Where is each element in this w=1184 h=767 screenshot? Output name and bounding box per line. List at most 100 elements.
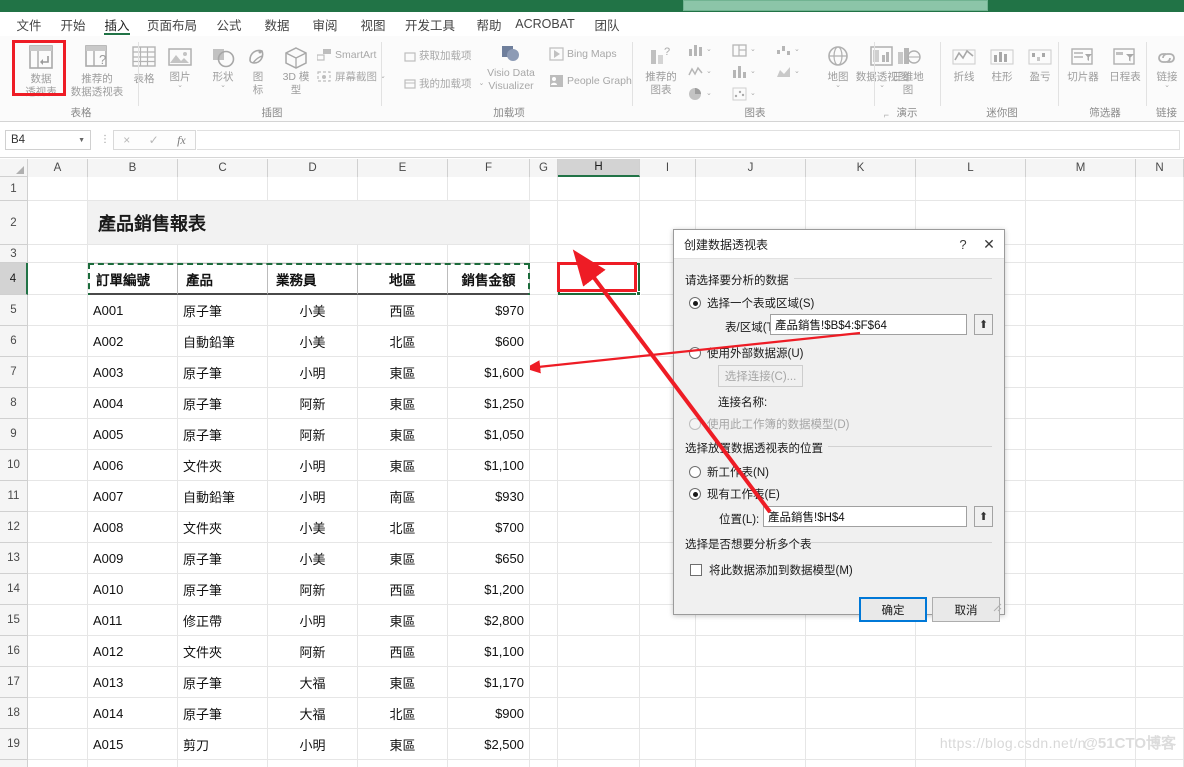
radio-data-model[interactable]: 使用此工作簿的数据模型(D)	[689, 416, 849, 432]
cell-F18[interactable]: $900	[448, 698, 530, 729]
cell-H7[interactable]	[558, 357, 640, 388]
checkbox-add-to-data-model[interactable]: 将此数据添加到数据模型(M)	[690, 562, 853, 578]
ok-button[interactable]: 确定	[859, 597, 927, 622]
cell-I1[interactable]	[640, 177, 696, 201]
ribbon-tab-4[interactable]: 公式	[208, 12, 250, 36]
column-header-B[interactable]: B	[88, 159, 178, 177]
cell-N14[interactable]	[1136, 574, 1184, 605]
cell-C20[interactable]: 原子筆	[178, 760, 268, 767]
cell-F3[interactable]	[448, 245, 530, 263]
cell-L17[interactable]	[916, 667, 1026, 698]
cell-F9[interactable]: $1,050	[448, 419, 530, 450]
cell-D15[interactable]: 小明	[268, 605, 358, 636]
cell-A20[interactable]	[28, 760, 88, 767]
cell-M6[interactable]	[1026, 326, 1136, 357]
cell-M3[interactable]	[1026, 245, 1136, 263]
row-header-17[interactable]: 17	[0, 667, 28, 698]
ribbon-tab-0[interactable]: 文件	[8, 12, 50, 36]
screenshot-button[interactable]: 屏幕截图 ⌄	[317, 69, 386, 84]
cell-N13[interactable]	[1136, 543, 1184, 574]
cell-E7[interactable]: 東區	[358, 357, 448, 388]
cell-J18[interactable]	[696, 698, 806, 729]
cell-C19[interactable]: 剪刀	[178, 729, 268, 760]
cell-N10[interactable]	[1136, 450, 1184, 481]
cell-M4[interactable]	[1026, 263, 1136, 295]
table-header-0[interactable]: 訂單編號	[88, 263, 178, 295]
people-graph-button[interactable]: People Graph	[549, 74, 632, 88]
cell-M7[interactable]	[1026, 357, 1136, 388]
cell-N5[interactable]	[1136, 295, 1184, 326]
cell-C1[interactable]	[178, 177, 268, 201]
cell-N18[interactable]	[1136, 698, 1184, 729]
cell-F8[interactable]: $1,250	[448, 388, 530, 419]
column-header-M[interactable]: M	[1026, 159, 1136, 177]
column-header-K[interactable]: K	[806, 159, 916, 177]
cell-M12[interactable]	[1026, 512, 1136, 543]
row-header-15[interactable]: 15	[0, 605, 28, 636]
ribbon-tab-3[interactable]: 页面布局	[140, 12, 204, 36]
cell-B1[interactable]	[88, 177, 178, 201]
cell-N7[interactable]	[1136, 357, 1184, 388]
cell-D18[interactable]: 大福	[268, 698, 358, 729]
cell-F13[interactable]: $650	[448, 543, 530, 574]
cell-E5[interactable]: 西區	[358, 295, 448, 326]
cell-H19[interactable]	[558, 729, 640, 760]
cell-A12[interactable]	[28, 512, 88, 543]
sparkline-line-button[interactable]: 折线	[947, 46, 981, 83]
cell-N3[interactable]	[1136, 245, 1184, 263]
cell-D6[interactable]: 小美	[268, 326, 358, 357]
select-all-corner[interactable]	[0, 159, 28, 177]
hierarchy-chart-button[interactable]: ⌄	[731, 42, 756, 58]
cell-F17[interactable]: $1,170	[448, 667, 530, 698]
cell-I19[interactable]	[640, 729, 696, 760]
cell-E19[interactable]: 東區	[358, 729, 448, 760]
cell-D10[interactable]: 小明	[268, 450, 358, 481]
column-header-L[interactable]: L	[916, 159, 1026, 177]
radio-select-table-range[interactable]: 选择一个表或区域(S)	[689, 295, 814, 311]
row-header-6[interactable]: 6	[0, 326, 28, 357]
cell-H11[interactable]	[558, 481, 640, 512]
cell-B11[interactable]: A007	[88, 481, 178, 512]
cell-G10[interactable]	[530, 450, 558, 481]
cell-D13[interactable]: 小美	[268, 543, 358, 574]
cell-I18[interactable]	[640, 698, 696, 729]
cell-A8[interactable]	[28, 388, 88, 419]
cell-K1[interactable]	[806, 177, 916, 201]
cell-B9[interactable]: A005	[88, 419, 178, 450]
cell-N16[interactable]	[1136, 636, 1184, 667]
cell-K19[interactable]	[806, 729, 916, 760]
table-header-4[interactable]: 銷售金額	[448, 263, 530, 295]
cell-C16[interactable]: 文件夾	[178, 636, 268, 667]
cell-D11[interactable]: 小明	[268, 481, 358, 512]
cell-G20[interactable]	[530, 760, 558, 767]
link-button[interactable]: 链接 ⌄	[1150, 46, 1184, 89]
row-header-14[interactable]: 14	[0, 574, 28, 605]
cell-G7[interactable]	[530, 357, 558, 388]
cell-A10[interactable]	[28, 450, 88, 481]
cell-C12[interactable]: 文件夾	[178, 512, 268, 543]
model3d-button[interactable]: 3D 模 型	[273, 46, 319, 96]
cell-J1[interactable]	[696, 177, 806, 201]
cell-L20[interactable]	[916, 760, 1026, 767]
cell-N12[interactable]	[1136, 512, 1184, 543]
cell-H13[interactable]	[558, 543, 640, 574]
cell-D1[interactable]	[268, 177, 358, 201]
cell-J20[interactable]	[696, 760, 806, 767]
my-addins-button[interactable]: 我的加载项 ⌄	[404, 76, 484, 91]
cell-L16[interactable]	[916, 636, 1026, 667]
cell-H15[interactable]	[558, 605, 640, 636]
cell-M14[interactable]	[1026, 574, 1136, 605]
cell-N11[interactable]	[1136, 481, 1184, 512]
cell-G6[interactable]	[530, 326, 558, 357]
insert-function-icon[interactable]: fx	[177, 133, 186, 148]
cell-J16[interactable]	[696, 636, 806, 667]
cell-H14[interactable]	[558, 574, 640, 605]
line-chart-button[interactable]: ⌄	[687, 64, 712, 80]
row-header-5[interactable]: 5	[0, 295, 28, 326]
sparkline-column-button[interactable]: 柱形	[985, 46, 1019, 83]
cell-G1[interactable]	[530, 177, 558, 201]
slicer-button[interactable]: 切片器	[1063, 46, 1103, 83]
cell-M1[interactable]	[1026, 177, 1136, 201]
cell-G9[interactable]	[530, 419, 558, 450]
cell-N6[interactable]	[1136, 326, 1184, 357]
